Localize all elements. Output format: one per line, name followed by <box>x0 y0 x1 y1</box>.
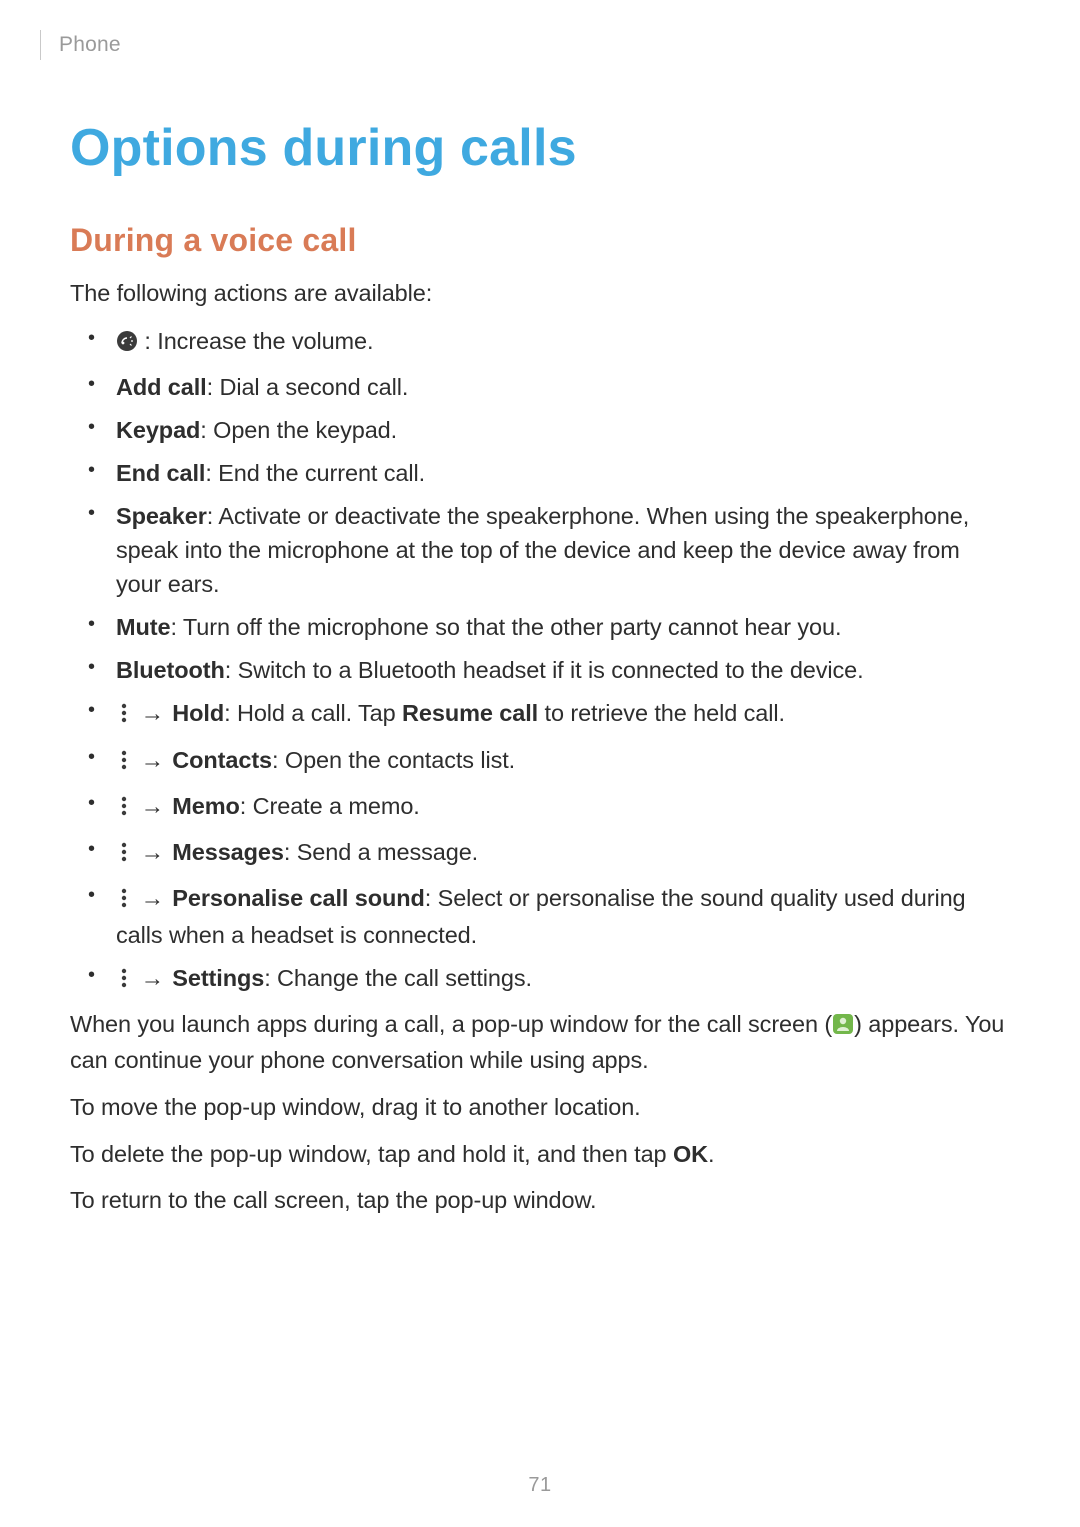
more-options-icon <box>116 792 132 826</box>
list-item: → Memo: Create a memo. <box>70 789 1010 826</box>
list-item-label: Add call <box>116 374 207 400</box>
more-options-icon <box>116 884 132 918</box>
list-item-text: : Send a message. <box>284 839 478 865</box>
list-item-text: : Switch to a Bluetooth headset if it is… <box>225 657 864 683</box>
arrow-glyph: → <box>140 789 163 823</box>
arrow-glyph: → <box>140 881 163 915</box>
list-item-label: Memo <box>172 793 240 819</box>
more-options-icon <box>116 838 132 872</box>
list-item-label: Messages <box>172 839 284 865</box>
arrow-glyph: → <box>140 961 163 995</box>
list-item-label: End call <box>116 460 205 486</box>
paragraph-delete-post: . <box>708 1141 714 1167</box>
extra-volume-icon <box>116 327 138 361</box>
list-item-text: : Change the call settings. <box>264 965 532 991</box>
list-item-text: : Activate or deactivate the speakerphon… <box>116 503 969 597</box>
list-item-label: Settings <box>172 965 264 991</box>
list-item-text: : Dial a second call. <box>207 374 409 400</box>
list-item-label: Contacts <box>172 747 272 773</box>
actions-list: : Increase the volume. Add call: Dial a … <box>70 324 1010 998</box>
list-item: Bluetooth: Switch to a Bluetooth headset… <box>70 653 1010 687</box>
list-item-text: : Hold a call. Tap <box>224 700 402 726</box>
section-title: During a voice call <box>70 222 1010 259</box>
paragraph-delete: To delete the pop-up window, tap and hol… <box>70 1138 1010 1171</box>
list-item: → Hold: Hold a call. Tap Resume call to … <box>70 696 1010 733</box>
popup-paragraph: When you launch apps during a call, a po… <box>70 1008 1010 1077</box>
list-item-text: : Open the keypad. <box>200 417 397 443</box>
header-section-label: Phone <box>59 33 121 57</box>
more-options-icon <box>116 699 132 733</box>
header-divider <box>40 30 41 60</box>
arrow-glyph: → <box>140 743 163 777</box>
paragraph-move: To move the pop-up window, drag it to an… <box>70 1091 1010 1124</box>
list-item: End call: End the current call. <box>70 456 1010 490</box>
list-item-text: : Open the contacts list. <box>272 747 515 773</box>
list-item-text-tail: to retrieve the held call. <box>538 700 785 726</box>
list-item-label: Keypad <box>116 417 200 443</box>
list-item: Add call: Dial a second call. <box>70 370 1010 404</box>
list-item-label: Mute <box>116 614 170 640</box>
list-item: Speaker: Activate or deactivate the spea… <box>70 499 1010 601</box>
list-item: Keypad: Open the keypad. <box>70 413 1010 447</box>
paragraph-delete-pre: To delete the pop-up window, tap and hol… <box>70 1141 673 1167</box>
arrow-glyph: → <box>140 696 163 730</box>
more-options-icon <box>116 964 132 998</box>
page-title: Options during calls <box>70 118 1010 178</box>
document-page: Phone Options during calls During a voic… <box>0 0 1080 1527</box>
more-options-icon <box>116 746 132 780</box>
list-item-label: Hold <box>172 700 224 726</box>
list-item: : Increase the volume. <box>70 324 1010 361</box>
arrow-glyph: → <box>140 835 163 869</box>
paragraph-return: To return to the call screen, tap the po… <box>70 1184 1010 1217</box>
list-item-text: : Create a memo. <box>240 793 420 819</box>
list-item-label: Speaker <box>116 503 207 529</box>
paragraph-delete-bold: OK <box>673 1141 708 1167</box>
list-item-text: : Increase the volume. <box>138 328 373 354</box>
inline-bold: Resume call <box>402 700 538 726</box>
list-item: → Messages: Send a message. <box>70 835 1010 872</box>
intro-text: The following actions are available: <box>70 277 1010 310</box>
page-number: 71 <box>0 1474 1080 1497</box>
list-item: → Contacts: Open the contacts list. <box>70 743 1010 780</box>
list-item: → Settings: Change the call settings. <box>70 961 1010 998</box>
list-item-text: : Turn off the microphone so that the ot… <box>170 614 841 640</box>
list-item-text: : End the current call. <box>205 460 425 486</box>
list-item: → Personalise call sound: Select or pers… <box>70 881 1010 952</box>
list-item-label: Bluetooth <box>116 657 225 683</box>
running-header: Phone <box>40 30 1010 60</box>
list-item: Mute: Turn off the microphone so that th… <box>70 610 1010 644</box>
call-popup-icon <box>832 1011 854 1044</box>
popup-paragraph-pre: When you launch apps during a call, a po… <box>70 1011 832 1037</box>
list-item-label: Personalise call sound <box>172 885 424 911</box>
